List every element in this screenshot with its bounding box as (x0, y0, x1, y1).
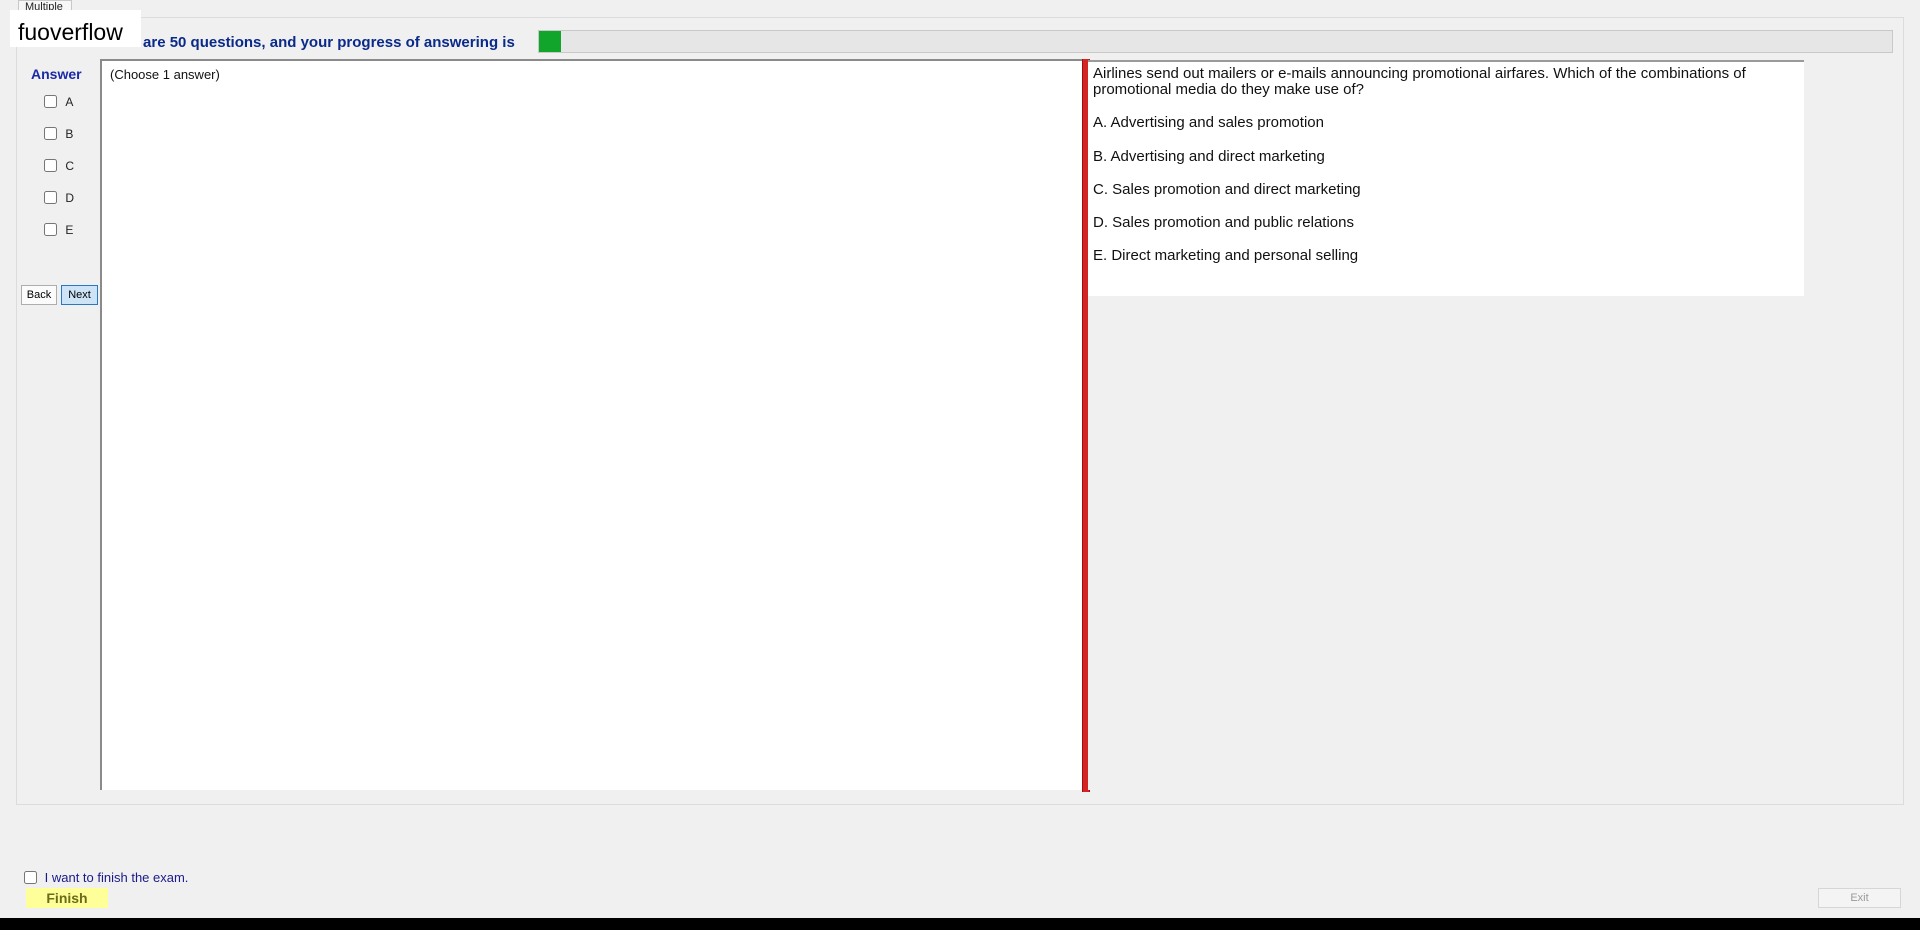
answer-checkbox-c[interactable] (44, 159, 57, 173)
finish-exam-checkbox[interactable] (24, 871, 37, 885)
logo: fuoverflow (10, 10, 141, 47)
question-text: Airlines send out mailers or e-mails ann… (1093, 65, 1746, 98)
answer-option-e[interactable]: E (44, 222, 73, 238)
answer-checkbox-e[interactable] (44, 223, 57, 237)
finish-exam-option[interactable]: I want to finish the exam. (24, 869, 188, 885)
question-option-a: A. Advertising and sales promotion (1093, 114, 1324, 131)
progress-bar-fill (539, 31, 561, 52)
progress-bar (538, 30, 1893, 53)
question-panel: Airlines send out mailers or e-mails ann… (1088, 60, 1804, 296)
answer-option-label: A (65, 94, 74, 109)
exit-button[interactable]: Exit (1818, 888, 1901, 908)
answer-option-d[interactable]: D (44, 190, 74, 206)
question-option-e: E. Direct marketing and personal selling (1093, 247, 1359, 264)
question-option-c: C. Sales promotion and direct marketing (1093, 181, 1361, 198)
answer-option-label: B (65, 126, 74, 141)
answer-option-label: D (65, 190, 75, 205)
answer-option-label: E (65, 222, 74, 237)
answer-checkbox-a[interactable] (44, 95, 57, 109)
back-button[interactable]: Back (21, 285, 57, 305)
next-button[interactable]: Next (61, 285, 98, 305)
progress-text: There are 50 questions, and your progres… (98, 34, 515, 51)
finish-exam-label: I want to finish the exam. (44, 870, 189, 886)
answer-option-a[interactable]: A (44, 94, 73, 110)
answer-checkbox-d[interactable] (44, 191, 57, 205)
choose-instruction: (Choose 1 answer) (110, 67, 220, 82)
finish-button[interactable]: Finish (26, 888, 108, 908)
question-option-b: B. Advertising and direct marketing (1093, 148, 1325, 165)
answer-option-c[interactable]: C (44, 158, 74, 174)
question-option-d: D. Sales promotion and public relations (1093, 214, 1354, 231)
answer-checkbox-b[interactable] (44, 127, 57, 141)
taskbar (0, 918, 1920, 930)
answer-title: Answer (31, 66, 82, 82)
answer-option-b[interactable]: B (44, 126, 73, 142)
answer-option-label: C (65, 158, 75, 173)
answer-panel: (Choose 1 answer) (100, 59, 1084, 790)
right-area-background (1088, 294, 1890, 790)
